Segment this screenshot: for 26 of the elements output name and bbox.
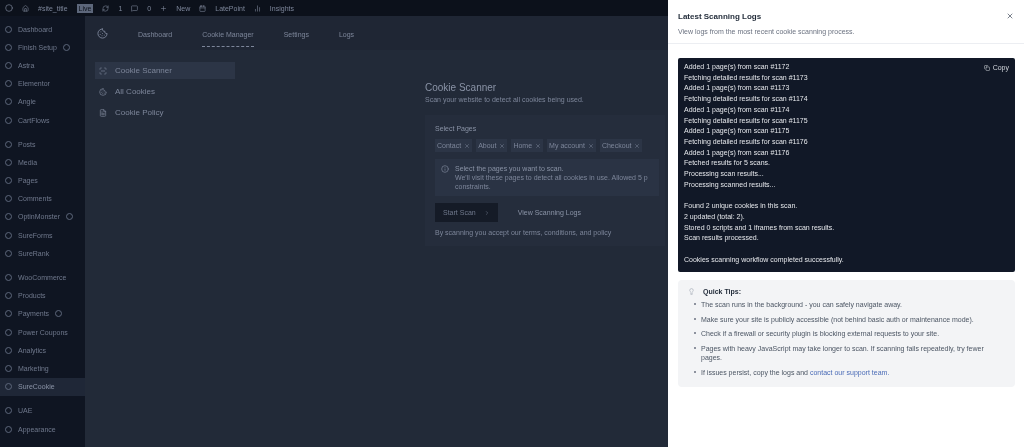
- drawer-title: Latest Scanning Logs: [678, 12, 763, 21]
- lightbulb-icon: [688, 288, 695, 296]
- chevron-right-icon: [483, 209, 490, 216]
- side-menu-item[interactable]: Cookie Policy: [95, 104, 235, 121]
- plugin-logo-icon: [97, 27, 108, 39]
- document-icon: [99, 108, 107, 117]
- remove-icon[interactable]: [634, 142, 641, 149]
- plus-icon[interactable]: [160, 4, 168, 12]
- cookie-icon: [99, 87, 107, 96]
- comment-icon[interactable]: [131, 4, 139, 12]
- scan-icon: [99, 66, 107, 75]
- side-menu-item[interactable]: All Cookies: [95, 83, 235, 100]
- remove-icon[interactable]: [464, 142, 471, 149]
- remove-icon[interactable]: [499, 142, 506, 149]
- close-icon: [1006, 12, 1014, 20]
- circle-logo-icon[interactable]: [5, 4, 13, 12]
- info-icon: [441, 165, 449, 173]
- remove-icon[interactable]: [535, 142, 542, 149]
- side-menu-item[interactable]: Cookie Scanner: [95, 62, 235, 79]
- bar-chart-icon[interactable]: [253, 4, 261, 12]
- refresh-icon[interactable]: [102, 4, 110, 12]
- remove-icon[interactable]: [587, 142, 594, 149]
- calendar-icon[interactable]: [199, 4, 207, 12]
- home-icon[interactable]: [22, 4, 29, 12]
- copy-icon: [983, 64, 990, 71]
- page-title: Cookie Scanner: [425, 82, 498, 93]
